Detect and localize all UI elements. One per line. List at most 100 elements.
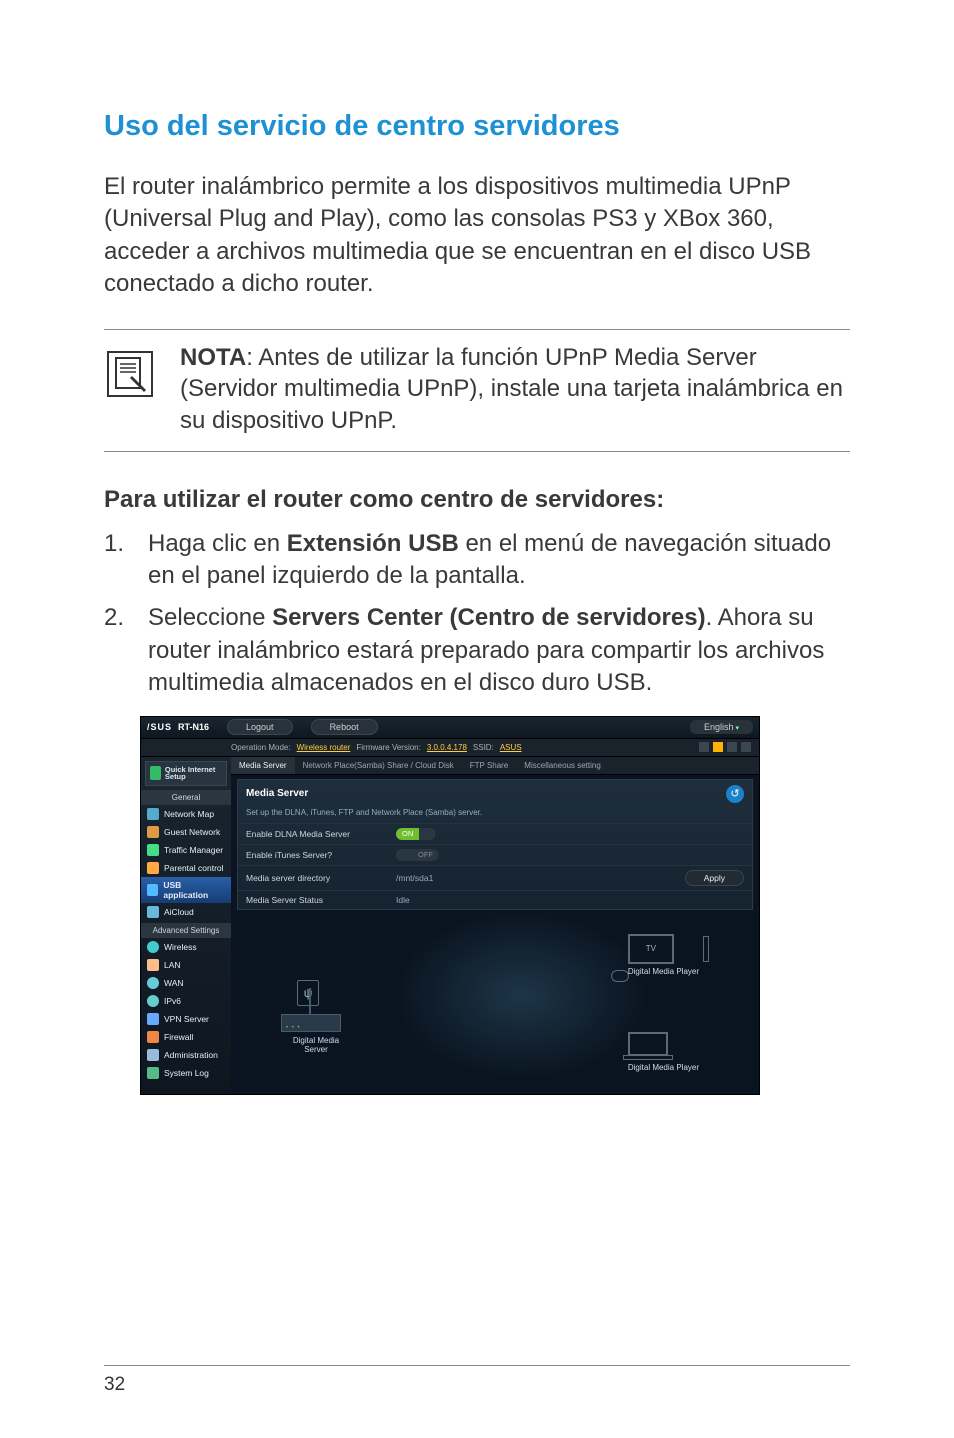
sidebar-item-system-log[interactable]: System Log (141, 1064, 231, 1082)
quick-internet-label: Quick Internet Setup (165, 766, 222, 782)
footer-rule (104, 1365, 850, 1366)
note-label: NOTA (180, 344, 246, 371)
usb-drive-icon: ψ (297, 980, 319, 1006)
sidebar-item-label: WAN (164, 978, 184, 988)
row-itunes: Enable iTunes Server? OFF (238, 844, 752, 865)
fw-label: Firmware Version: (356, 743, 420, 752)
sidebar-item-lan[interactable]: LAN (141, 956, 231, 974)
parental-icon (147, 862, 159, 874)
status-icons (699, 742, 751, 752)
aicloud-icon (147, 906, 159, 918)
sidebar-item-firewall[interactable]: Firewall (141, 1028, 231, 1046)
sidebar-item-parental-control[interactable]: Parental control (141, 859, 231, 877)
info-bar: Operation Mode: Wireless router Firmware… (141, 739, 759, 757)
sidebar-item-wan[interactable]: WAN (141, 974, 231, 992)
sidebar-item-aicloud[interactable]: AiCloud (141, 903, 231, 921)
sidebar-item-label: Administration (164, 1050, 218, 1060)
tab-samba[interactable]: Network Place(Samba) Share / Cloud Disk (295, 757, 462, 774)
antenna-icon (309, 988, 311, 1014)
sidebar-item-label: Parental control (164, 863, 224, 873)
tv-icon: TV Digital Media Player (628, 934, 699, 976)
row-dir-value: /mnt/sda1 (396, 873, 433, 883)
sidebar-item-label: Network Map (164, 809, 214, 819)
player-label-2: Digital Media Player (628, 1063, 699, 1072)
row-status-value: Idle (396, 895, 410, 905)
apply-button[interactable]: Apply (685, 870, 744, 886)
admin-icon (147, 1049, 159, 1061)
dlna-toggle[interactable]: ON (396, 828, 435, 840)
sidebar-item-guest-network[interactable]: Guest Network (141, 823, 231, 841)
router-header: /SUS RT-N16 Logout Reboot English (141, 717, 759, 739)
main-panel: Media Server Network Place(Samba) Share … (231, 757, 759, 1094)
refresh-button[interactable]: ↺ (726, 785, 744, 803)
wand-icon (150, 766, 161, 780)
sidebar-item-label: Traffic Manager (164, 845, 223, 855)
tab-media-server[interactable]: Media Server (231, 757, 295, 774)
fw-value[interactable]: 3.0.0.4.178 (427, 743, 467, 752)
media-server-panel: Media Server ↺ Set up the DLNA, iTunes, … (237, 779, 753, 910)
toggle-knob (419, 828, 435, 840)
tab-ftp[interactable]: FTP Share (462, 757, 517, 774)
sidebar-item-label: AiCloud (164, 907, 194, 917)
tv-screen: TV (628, 934, 674, 964)
quick-internet-setup[interactable]: Quick Internet Setup (145, 761, 227, 787)
network-map-icon (147, 808, 159, 820)
status-icon (741, 742, 751, 752)
sidebar-item-label: LAN (164, 960, 181, 970)
usb-icon (147, 884, 158, 896)
sidebar-item-label: VPN Server (164, 1014, 209, 1024)
console-icon (611, 970, 629, 982)
sidebar-item-label: Guest Network (164, 827, 220, 837)
media-diagram: ψ Digital Media Server TV Digital Media … (231, 914, 759, 1094)
steps-heading: Para utilizar el router como centro de s… (104, 486, 850, 514)
sidebar-item-label: Firewall (164, 1032, 193, 1042)
language-select[interactable]: English (690, 720, 753, 734)
step-1-bold: Extensión USB (287, 530, 459, 557)
sidebar-item-vpn-server[interactable]: VPN Server (141, 1010, 231, 1028)
sidebar-item-administration[interactable]: Administration (141, 1046, 231, 1064)
step-1-pre: Haga clic en (148, 530, 287, 557)
op-mode-label: Operation Mode: (231, 743, 291, 752)
itunes-toggle[interactable]: OFF (396, 849, 439, 861)
row-dir-label: Media server directory (246, 873, 396, 883)
step-2-pre: Seleccione (148, 604, 272, 631)
wifi-icon (147, 941, 159, 953)
note-icon (104, 342, 160, 437)
row-directory: Media server directory /mnt/sda1 Apply (238, 865, 752, 890)
reboot-button[interactable]: Reboot (311, 719, 378, 735)
panel-title: Media Server (246, 788, 308, 799)
router-screenshot: /SUS RT-N16 Logout Reboot English Operat… (140, 716, 760, 1095)
sidebar-item-wireless[interactable]: Wireless (141, 938, 231, 956)
note-body: : Antes de utilizar la función UPnP Medi… (180, 344, 843, 434)
row-dlna: Enable DLNA Media Server ON (238, 823, 752, 844)
model-label: RT-N16 (178, 722, 209, 732)
op-mode-value[interactable]: Wireless router (297, 743, 351, 752)
sidebar-item-label: USB application (163, 880, 225, 900)
status-icon (699, 742, 709, 752)
page-number: 32 (104, 1374, 125, 1396)
sidebar-item-usb-application[interactable]: USB application (141, 877, 231, 903)
ipv6-icon (147, 995, 159, 1007)
page-title: Uso del servicio de centro servidores (104, 110, 850, 143)
ssid-label: SSID: (473, 743, 494, 752)
sidebar-group-general: General (141, 790, 231, 805)
guest-icon (147, 826, 159, 838)
steps-list: Haga clic en Extensión USB en el menú de… (104, 528, 850, 700)
vpn-icon (147, 1013, 159, 1025)
brand-logo: /SUS (147, 722, 172, 732)
sidebar-item-network-map[interactable]: Network Map (141, 805, 231, 823)
sidebar-item-ipv6[interactable]: IPv6 (141, 992, 231, 1010)
lan-icon (147, 959, 159, 971)
logout-button[interactable]: Logout (227, 719, 293, 735)
panel-subtitle: Set up the DLNA, iTunes, FTP and Network… (238, 808, 752, 823)
sidebar-item-traffic-manager[interactable]: Traffic Manager (141, 841, 231, 859)
ssid-value[interactable]: ASUS (500, 743, 522, 752)
step-2: Seleccione Servers Center (Centro de ser… (104, 602, 850, 699)
firewall-icon (147, 1031, 159, 1043)
tab-misc[interactable]: Miscellaneous setting (516, 757, 608, 774)
row-status: Media Server Status Idle (238, 890, 752, 909)
step-1: Haga clic en Extensión USB en el menú de… (104, 528, 850, 593)
toggle-off-label: OFF (412, 849, 439, 860)
note-text: NOTA: Antes de utilizar la función UPnP … (180, 342, 850, 437)
traffic-icon (147, 844, 159, 856)
